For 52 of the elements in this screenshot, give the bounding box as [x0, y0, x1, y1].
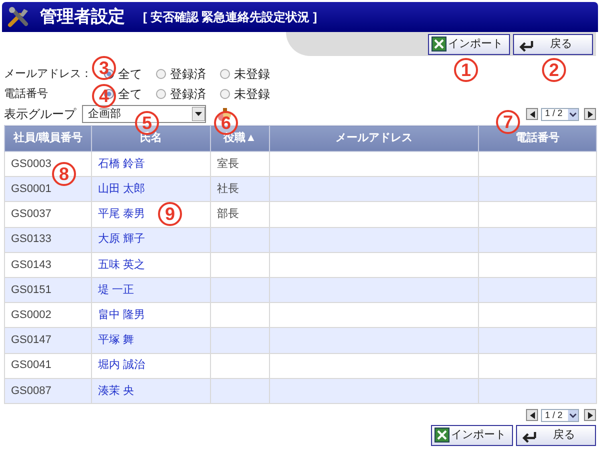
radio-button[interactable]	[220, 89, 230, 99]
left-triangle-icon	[528, 410, 536, 420]
spreadsheet-icon	[431, 36, 447, 52]
table-cell: GS0087	[4, 378, 92, 404]
annotation-marker: 2	[542, 58, 566, 82]
name-link[interactable]: 湊茉 央	[92, 378, 210, 404]
left-triangle-icon	[528, 110, 536, 118]
page-subtitle: [ 安否確認 緊急連絡先設定状況 ]	[143, 9, 317, 26]
annotation-marker: 1	[454, 58, 478, 82]
page-dropdown[interactable]: 1 / 2	[541, 108, 579, 120]
back-button[interactable]: 戻る	[516, 424, 596, 446]
annotation-marker: 9	[158, 202, 182, 226]
table-cell: GS0147	[4, 328, 92, 353]
table-cell: 部長	[210, 202, 270, 228]
page-dropdown[interactable]: 1 / 2	[541, 408, 579, 422]
back-button[interactable]: 戻る	[513, 34, 593, 54]
tools-icon	[6, 5, 30, 29]
name-link[interactable]: 五味 英之	[92, 252, 210, 278]
right-triangle-icon	[586, 410, 594, 420]
name-link[interactable]: 平塚 舞	[92, 328, 210, 353]
page-title: 管理者設定	[40, 6, 125, 28]
name-link[interactable]: 堀内 誠治	[92, 353, 210, 378]
radio-label[interactable]: 登録済	[170, 65, 206, 83]
table-cell: GS0143	[4, 252, 92, 278]
import-button[interactable]: インポート	[431, 424, 513, 446]
table-cell: GS0037	[4, 202, 92, 228]
next-page-button[interactable]	[584, 409, 596, 422]
annotation-marker: 4	[92, 84, 116, 108]
radio-label[interactable]: 未登録	[234, 65, 270, 83]
annotation-marker: 3	[92, 56, 116, 80]
table-cell: GS0133	[4, 227, 92, 252]
radio-label[interactable]: 登録済	[170, 85, 206, 103]
chevron-down-icon	[568, 410, 578, 421]
previous-page-button[interactable]	[526, 108, 538, 120]
radio-label[interactable]: 未登録	[234, 85, 270, 103]
dropdown-arrow-icon	[192, 107, 205, 121]
radio-button[interactable]	[156, 89, 166, 99]
radio-button[interactable]	[156, 69, 166, 79]
table-cell: GS0041	[4, 353, 92, 378]
group-label: 表示グループ	[4, 106, 76, 123]
radio-label[interactable]: 全て	[118, 65, 142, 83]
previous-page-button[interactable]	[526, 409, 538, 422]
name-link[interactable]: 大原 輝子	[92, 227, 210, 252]
filter-label: メールアドレス：	[4, 68, 92, 80]
radio-label[interactable]: 全て	[118, 85, 142, 103]
next-page-button[interactable]	[584, 108, 596, 120]
spreadsheet-icon	[434, 427, 450, 444]
chevron-down-icon	[568, 108, 578, 120]
import-button[interactable]: インポート	[428, 34, 510, 54]
filter-label: 電話番号	[4, 88, 48, 100]
right-triangle-icon	[586, 110, 594, 118]
radio-button[interactable]	[220, 69, 230, 79]
